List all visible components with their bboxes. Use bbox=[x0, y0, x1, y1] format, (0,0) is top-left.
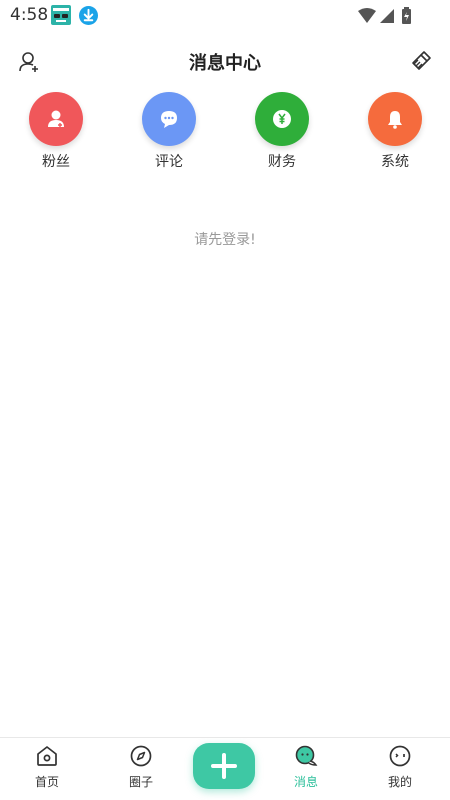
download-icon bbox=[79, 6, 98, 25]
nav-profile[interactable]: 我的 bbox=[365, 744, 435, 790]
plus-icon bbox=[211, 753, 237, 779]
bottom-nav: 首页 圈子 消息 我的 bbox=[0, 737, 450, 800]
message-icon bbox=[295, 745, 318, 766]
nav-label: 首页 bbox=[34, 775, 59, 789]
compass-icon bbox=[130, 745, 152, 767]
category-label: 粉丝 bbox=[42, 154, 70, 170]
category-comments[interactable]: 评论 bbox=[129, 92, 209, 171]
category-label: 财务 bbox=[268, 154, 296, 170]
message-categories: 粉丝 评论 财务 系统 bbox=[0, 92, 450, 176]
header: 消息中心 bbox=[0, 38, 450, 84]
home-icon bbox=[37, 746, 57, 766]
bell-icon bbox=[388, 111, 402, 129]
category-system[interactable]: 系统 bbox=[355, 92, 435, 171]
nav-label: 消息 bbox=[293, 775, 318, 789]
create-post-button[interactable] bbox=[193, 743, 255, 789]
category-label: 评论 bbox=[155, 154, 183, 170]
system-icon-circle bbox=[368, 92, 422, 146]
category-finance[interactable]: 财务 bbox=[242, 92, 322, 171]
status-time: 4:58 bbox=[10, 5, 49, 25]
category-fans[interactable]: 粉丝 bbox=[16, 92, 96, 171]
nav-label: 圈子 bbox=[128, 775, 153, 789]
category-label: 系统 bbox=[381, 154, 409, 170]
nav-label: 我的 bbox=[387, 775, 412, 789]
yuan-icon bbox=[273, 110, 291, 128]
nav-messages[interactable]: 消息 bbox=[271, 744, 341, 790]
profile-face-icon bbox=[389, 745, 411, 767]
comment-icon bbox=[161, 111, 177, 128]
fans-icon-circle bbox=[29, 92, 83, 146]
comments-icon-circle bbox=[142, 92, 196, 146]
signal-battery-icons bbox=[358, 7, 411, 24]
nav-circle[interactable]: 圈子 bbox=[106, 744, 176, 790]
user-icon bbox=[48, 110, 64, 127]
broom-clear-icon[interactable] bbox=[409, 49, 433, 73]
finance-icon-circle bbox=[255, 92, 309, 146]
app-notification-icon bbox=[51, 5, 71, 25]
page-title: 消息中心 bbox=[189, 53, 261, 74]
status-bar: 4:58 bbox=[0, 0, 450, 32]
login-prompt[interactable]: 请先登录! bbox=[0, 229, 450, 249]
nav-home[interactable]: 首页 bbox=[12, 744, 82, 790]
